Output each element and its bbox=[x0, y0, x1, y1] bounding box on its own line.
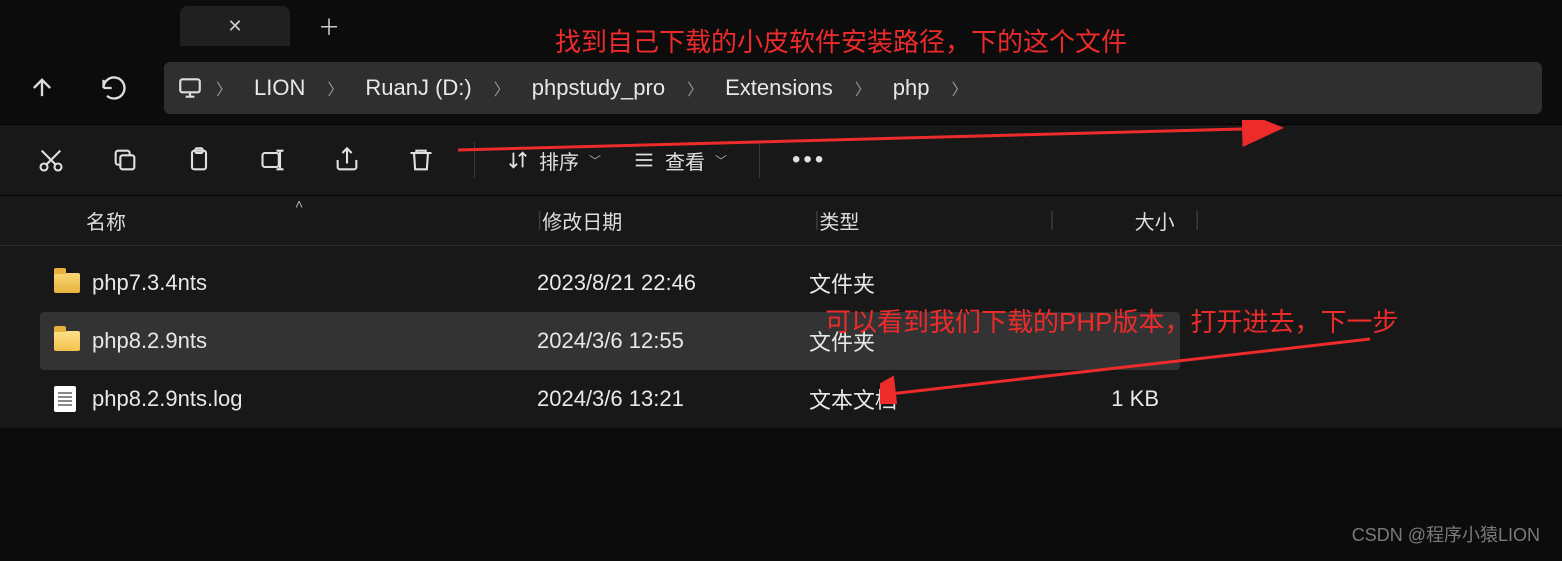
sort-label: 排序 bbox=[539, 146, 579, 175]
column-header-type[interactable]: 类型 bbox=[819, 206, 1049, 235]
file-icon bbox=[54, 386, 92, 412]
computer-icon bbox=[174, 75, 206, 101]
breadcrumb-item[interactable]: Extensions bbox=[713, 75, 845, 101]
file-date: 2024/3/6 12:55 bbox=[537, 328, 809, 354]
breadcrumb-item[interactable]: phpstudy_pro bbox=[520, 75, 677, 101]
watermark: CSDN @程序小猿LION bbox=[1352, 521, 1540, 547]
file-date: 2023/8/21 22:46 bbox=[537, 270, 809, 296]
chevron-right-icon: 〉 bbox=[490, 76, 514, 100]
file-type: 文本文档 bbox=[809, 383, 1039, 415]
folder-icon bbox=[54, 273, 92, 293]
file-name: php7.3.4nts bbox=[92, 270, 537, 296]
up-button[interactable] bbox=[20, 66, 64, 110]
caret-down-icon: ﹀ bbox=[715, 152, 727, 169]
active-tab[interactable]: ✕ bbox=[180, 6, 290, 46]
copy-button[interactable] bbox=[104, 139, 146, 181]
file-rows: php7.3.4nts 2023/8/21 22:46 文件夹 php8.2.9… bbox=[0, 246, 1562, 428]
breadcrumb-item[interactable]: php bbox=[881, 75, 942, 101]
caret-down-icon: ﹀ bbox=[589, 152, 601, 169]
chevron-right-icon: 〉 bbox=[323, 76, 347, 100]
navigation-bar: 〉 LION 〉 RuanJ (D:) 〉 phpstudy_pro 〉 Ext… bbox=[0, 52, 1562, 124]
view-dropdown[interactable]: 查看 ﹀ bbox=[633, 146, 727, 175]
tab-bar: ✕ ＋ bbox=[0, 0, 1562, 52]
more-button[interactable]: ••• bbox=[792, 146, 826, 174]
chevron-right-icon: 〉 bbox=[683, 76, 707, 100]
refresh-button[interactable] bbox=[92, 66, 136, 110]
rename-button[interactable] bbox=[252, 139, 294, 181]
file-date: 2024/3/6 13:21 bbox=[537, 386, 809, 412]
column-header-modified[interactable]: 修改日期 bbox=[542, 206, 814, 235]
toolbar: 排序 ﹀ 查看 ﹀ ••• bbox=[0, 124, 1562, 196]
new-tab-button[interactable]: ＋ bbox=[308, 10, 350, 42]
address-bar[interactable]: 〉 LION 〉 RuanJ (D:) 〉 phpstudy_pro 〉 Ext… bbox=[164, 62, 1542, 114]
paste-button[interactable] bbox=[178, 139, 220, 181]
chevron-right-icon: 〉 bbox=[851, 76, 875, 100]
sort-dropdown[interactable]: 排序 ﹀ bbox=[507, 146, 601, 175]
list-item[interactable]: php8.2.9nts.log 2024/3/6 13:21 文本文档 1 KB bbox=[40, 370, 1180, 428]
list-item[interactable]: php8.2.9nts 2024/3/6 12:55 文件夹 bbox=[40, 312, 1180, 370]
separator bbox=[474, 142, 475, 178]
chevron-right-icon: 〉 bbox=[212, 76, 236, 100]
file-type: 文件夹 bbox=[809, 267, 1039, 299]
folder-open-icon bbox=[54, 331, 92, 351]
file-size: 1 KB bbox=[1039, 386, 1179, 412]
column-header-size[interactable]: 大小 bbox=[1055, 206, 1195, 235]
column-headers: ˄ 名称 | 修改日期 | 类型 | 大小 | bbox=[0, 196, 1562, 246]
share-button[interactable] bbox=[326, 139, 368, 181]
view-label: 查看 bbox=[665, 146, 705, 175]
separator bbox=[759, 142, 760, 178]
breadcrumb-item[interactable]: RuanJ (D:) bbox=[353, 75, 483, 101]
sort-indicator-icon: ˄ bbox=[295, 196, 303, 212]
cut-button[interactable] bbox=[30, 139, 72, 181]
close-tab-icon[interactable]: ✕ bbox=[227, 16, 242, 37]
delete-button[interactable] bbox=[400, 139, 442, 181]
file-name: php8.2.9nts bbox=[92, 328, 537, 354]
chevron-right-icon: 〉 bbox=[947, 76, 971, 100]
file-list-area: ˄ 名称 | 修改日期 | 类型 | 大小 | php7.3.4nts 2023… bbox=[0, 196, 1562, 428]
breadcrumb-item[interactable]: LION bbox=[242, 75, 317, 101]
list-item[interactable]: php7.3.4nts 2023/8/21 22:46 文件夹 bbox=[40, 254, 1180, 312]
file-type: 文件夹 bbox=[809, 325, 1039, 357]
file-name: php8.2.9nts.log bbox=[92, 386, 537, 412]
